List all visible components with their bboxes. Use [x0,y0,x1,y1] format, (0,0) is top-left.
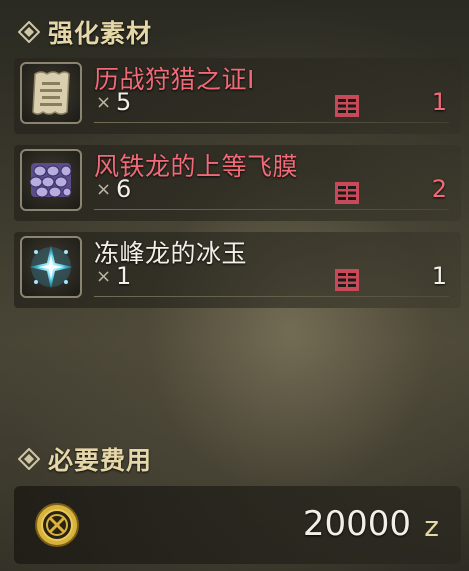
cost-section-title: 必要费用 [48,446,153,475]
zenny-coin-icon [34,502,80,548]
quantity-multiplier: × [96,179,112,200]
materials-section-header: 强化素材 [18,14,152,50]
diamond-emblem-icon [18,21,40,43]
ice-jewel-icon [20,236,82,298]
owned-quantity: 1 [431,262,447,290]
required-quantity: 5 [116,88,132,116]
required-quantity: 6 [116,175,132,203]
owned-quantity: 1 [431,88,447,116]
owned-quantity: 2 [431,175,447,203]
row-divider [94,296,449,297]
material-row[interactable]: 风铁龙的上等飞膜 × 6 2 [14,145,461,221]
quantity-multiplier: × [96,92,112,113]
item-box-icon [334,268,360,292]
quantity-multiplier: × [96,266,112,287]
row-divider [94,122,449,123]
wing-membrane-icon [20,149,82,211]
scroll-certificate-icon [20,62,82,124]
cost-currency-unit: z [424,510,439,543]
materials-section-title: 强化素材 [48,19,153,48]
material-row[interactable]: 历战狩猎之证Ⅰ × 5 1 [14,58,461,134]
required-quantity: 1 [116,262,132,290]
cost-section-header: 必要费用 [18,441,152,477]
cost-amount: 20000 [302,504,411,544]
item-box-icon [334,94,360,118]
cost-bar: 20000 z [14,486,461,564]
item-box-icon [334,181,360,205]
diamond-emblem-icon [18,448,40,470]
row-divider [94,209,449,210]
material-row[interactable]: 冻峰龙的冰玉 × 1 1 [14,232,461,308]
